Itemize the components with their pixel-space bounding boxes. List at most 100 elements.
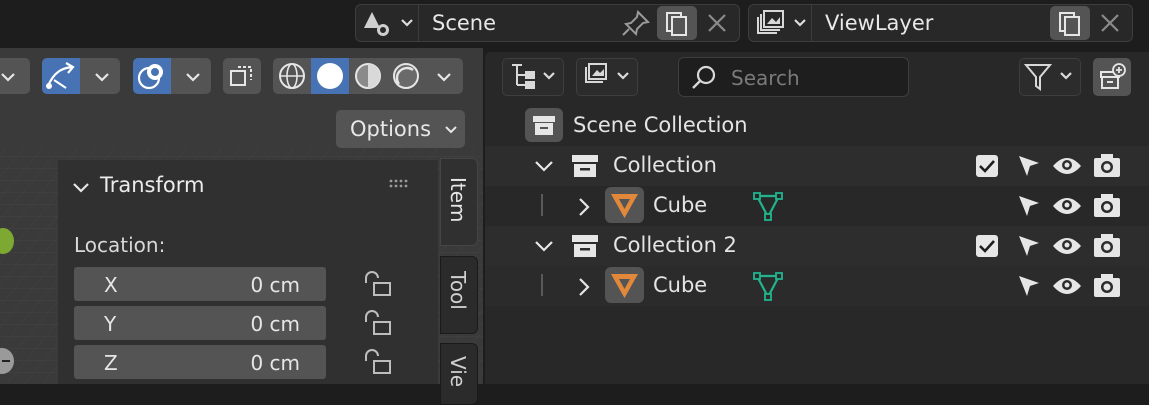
unlock-icon[interactable] [360, 270, 396, 300]
select-cursor-icon[interactable] [1015, 272, 1043, 300]
tab-item-label: Item [446, 177, 470, 223]
view-layer-selector[interactable]: ViewLayer [748, 4, 1133, 42]
pin-icon[interactable] [620, 8, 652, 38]
overlay-toggle[interactable] [133, 58, 211, 94]
tab-item[interactable]: Item [440, 158, 478, 246]
close-icon[interactable] [702, 8, 732, 38]
axis-value: 0 cm [250, 312, 300, 336]
viewport-mode-dropdown[interactable] [0, 58, 30, 94]
chevron-down-icon [617, 72, 629, 80]
cube-row[interactable]: Cube [485, 186, 1149, 226]
select-cursor-icon[interactable] [1015, 192, 1043, 220]
location-z-field[interactable]: Z 0 cm [74, 345, 326, 379]
options-dropdown[interactable]: Options [336, 110, 465, 148]
chevron-right-icon[interactable] [575, 276, 593, 298]
collection-icon [572, 235, 598, 257]
solid-sphere-icon [317, 63, 343, 89]
camera-icon[interactable] [1091, 231, 1123, 261]
duplicate-scene-button[interactable] [657, 6, 697, 40]
render-layers-icon [585, 63, 629, 83]
collection-row[interactable]: Collection 2 [485, 226, 1149, 266]
scene-collection-icon [525, 108, 563, 142]
chevron-down-icon[interactable] [181, 58, 209, 94]
gizmo-toggle[interactable] [42, 58, 120, 94]
rendered-shading-button[interactable] [387, 58, 425, 94]
scene-type-dropdown[interactable] [362, 8, 418, 38]
camera-icon[interactable] [1091, 271, 1123, 301]
chevron-down-icon[interactable] [533, 156, 555, 176]
duplicate-view-layer-button[interactable] [1050, 6, 1090, 40]
mesh-object-icon [605, 267, 644, 303]
chevron-right-icon[interactable] [575, 196, 593, 218]
scene-name[interactable]: Scene [432, 11, 496, 35]
location-x-field[interactable]: X 0 cm [74, 267, 326, 301]
chevron-down-icon[interactable] [533, 236, 555, 256]
rendered-sphere-icon [393, 63, 419, 89]
transform-panel: Transform Location: X 0 cm Y 0 cm Z 0 cm [58, 160, 438, 384]
chevron-down-icon[interactable] [90, 58, 118, 94]
object-name[interactable]: Cube [653, 193, 707, 217]
location-label: Location: [74, 233, 166, 257]
scene-collection-row[interactable]: Scene Collection [485, 106, 1149, 146]
shading-mode-group[interactable] [273, 58, 463, 94]
collection-icon [572, 155, 598, 177]
tab-tool[interactable]: Tool [440, 256, 478, 334]
material-shading-button[interactable] [349, 58, 387, 94]
chevron-down-icon[interactable] [431, 58, 461, 94]
tab-view-label: Vie [446, 356, 470, 388]
search-input[interactable]: Search [678, 57, 909, 97]
collection-row[interactable]: Collection [485, 146, 1149, 186]
chevron-down-icon [1060, 72, 1072, 80]
eye-icon[interactable] [1051, 232, 1083, 260]
scene-selector[interactable]: Scene [355, 4, 740, 42]
filter-dropdown[interactable] [1019, 58, 1081, 96]
eye-icon[interactable] [1051, 192, 1083, 220]
render-layers-icon [757, 10, 806, 34]
wireframe-shading-button[interactable] [273, 58, 311, 94]
view-layer-filter-dropdown[interactable] [576, 58, 638, 96]
axis-value: 0 cm [250, 351, 300, 375]
exclude-checkbox[interactable] [975, 234, 999, 258]
collection-name[interactable]: Collection [613, 153, 717, 177]
location-y-field[interactable]: Y 0 cm [74, 306, 326, 340]
camera-icon[interactable] [1091, 151, 1123, 181]
chevron-down-icon[interactable] [70, 177, 92, 197]
cube-row[interactable]: Cube [485, 266, 1149, 306]
camera-icon[interactable] [1091, 191, 1123, 221]
unlock-icon[interactable] [360, 309, 396, 339]
gizmo-button[interactable] [42, 58, 80, 94]
eye-icon[interactable] [1051, 152, 1083, 180]
scene-collection-label: Scene Collection [573, 113, 748, 137]
object-name[interactable]: Cube [653, 273, 707, 297]
mesh-object-icon [605, 187, 644, 223]
chevron-down-icon [1, 73, 15, 82]
axis-label: Y [104, 312, 117, 336]
mesh-data-icon[interactable] [752, 190, 784, 222]
drag-handle-icon[interactable] [388, 178, 412, 190]
exclude-checkbox[interactable] [975, 154, 999, 178]
select-cursor-icon[interactable] [1015, 152, 1043, 180]
overlay-icon [137, 64, 163, 90]
close-icon[interactable] [1095, 8, 1125, 38]
display-mode-dropdown[interactable] [502, 58, 564, 96]
new-collection-icon [1100, 63, 1126, 89]
eye-icon[interactable] [1051, 272, 1083, 300]
overlay-button[interactable] [133, 58, 171, 94]
unlock-icon[interactable] [360, 348, 396, 378]
tree-line [541, 194, 543, 216]
axis-label: X [104, 273, 118, 297]
mesh-data-icon[interactable] [752, 270, 784, 302]
view-layer-name[interactable]: ViewLayer [825, 11, 933, 35]
tab-view[interactable]: Vie [440, 343, 478, 405]
panel-title[interactable]: Transform [100, 173, 204, 197]
new-collection-button[interactable] [1093, 58, 1131, 96]
outliner-display-icon [512, 64, 555, 89]
tab-tool-label: Tool [446, 271, 470, 310]
select-cursor-icon[interactable] [1015, 232, 1043, 260]
xray-toggle-button[interactable] [223, 58, 261, 94]
chevron-down-icon [794, 19, 806, 27]
view-layer-type-dropdown[interactable] [755, 8, 811, 38]
solid-shading-button[interactable] [311, 58, 349, 94]
chevron-down-icon [543, 72, 555, 80]
collection-name[interactable]: Collection 2 [613, 233, 737, 257]
